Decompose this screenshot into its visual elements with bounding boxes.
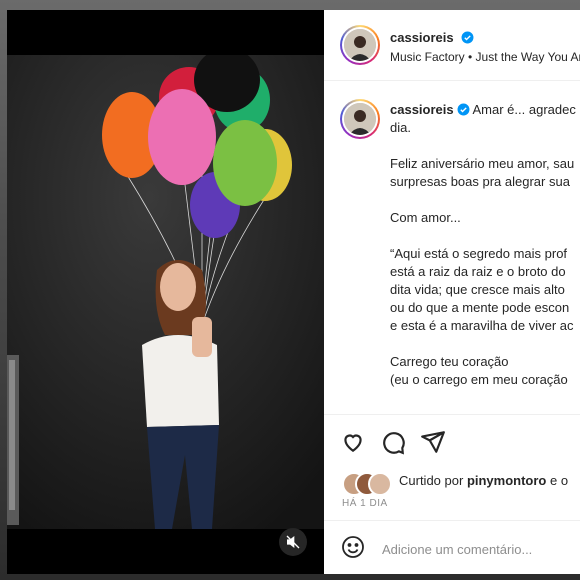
comment-icon[interactable] <box>380 429 406 455</box>
add-comment-bar <box>324 520 580 574</box>
likes-summary: Curtido por pinymontoro e o <box>399 473 568 488</box>
post-media[interactable] <box>7 10 324 574</box>
liker-avatar[interactable] <box>368 472 392 496</box>
liked-by-label: Curtido por <box>399 473 464 488</box>
caption-line: ou do que a mente pode escon <box>390 300 570 315</box>
post-header: cassioreis Music Factory • Just the Way … <box>324 10 580 81</box>
caption-line: “Aqui está o segredo mais prof <box>390 246 568 261</box>
verified-badge-icon <box>461 31 474 44</box>
post-modal: cassioreis Music Factory • Just the Way … <box>7 10 580 574</box>
share-icon[interactable] <box>420 429 446 455</box>
caption-line <box>390 137 576 155</box>
caption-line <box>390 335 576 353</box>
caption-line: Com amor... <box>390 210 461 225</box>
caption-line: (eu o carrego em meu coração <box>390 372 568 387</box>
audio-track-link[interactable]: Music Factory • Just the Way You Ar <box>390 50 580 64</box>
post-date[interactable]: HÁ 1 DIA <box>342 498 388 509</box>
caption-line: e esta é a maravilha de viver ac <box>390 318 574 333</box>
post-actions: Curtido por pinymontoro e o HÁ 1 DIA <box>324 414 580 525</box>
author-username[interactable]: cassioreis <box>390 30 454 45</box>
caption-line: surpresas boas pra alegrar sua <box>390 174 570 189</box>
caption-line: dia. <box>390 120 411 135</box>
caption-line <box>390 191 576 209</box>
liked-by-username[interactable]: pinymontoro <box>467 473 546 488</box>
caption-text: cassioreis Amar é... agradec dia. Feliz … <box>390 101 576 389</box>
comment-input[interactable] <box>380 537 574 561</box>
caption-line-text: Amar é... agradec <box>472 102 576 117</box>
emoji-icon[interactable] <box>341 535 365 559</box>
caption-line: Carrego teu coração <box>390 354 509 369</box>
post-photo <box>7 55 324 529</box>
caption-author-avatar[interactable] <box>340 99 380 139</box>
caption-author-username[interactable]: cassioreis <box>390 102 454 117</box>
caption-line: Feliz aniversário meu amor, sau <box>390 156 575 171</box>
post-caption-area: cassioreis Amar é... agradec dia. Feliz … <box>324 81 580 413</box>
caption-line: está a raiz da raiz e o broto do <box>390 264 566 279</box>
liked-by-suffix: e o <box>546 473 569 488</box>
mute-toggle-button[interactable] <box>279 528 307 556</box>
author-name-row: cassioreis <box>390 29 474 47</box>
caption-line <box>390 227 576 245</box>
caption-line: dita vida; que cresce mais alto <box>390 282 565 297</box>
post-details-panel: cassioreis Music Factory • Just the Way … <box>324 10 580 574</box>
heart-icon[interactable] <box>340 429 366 455</box>
author-avatar[interactable] <box>340 25 380 65</box>
muted-speaker-icon <box>286 535 300 549</box>
verified-badge-icon <box>457 103 470 116</box>
caption-line: cassioreis Amar é... agradec <box>390 101 576 119</box>
